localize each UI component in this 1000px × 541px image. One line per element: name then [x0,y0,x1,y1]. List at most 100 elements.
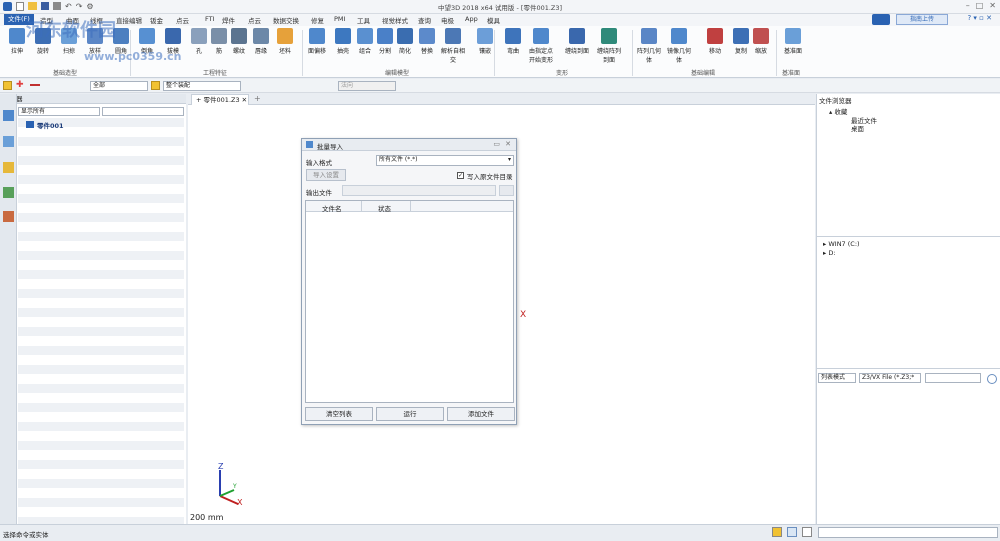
ribbon-button-12[interactable]: 面偏移 [304,28,330,55]
menu-item-13[interactable]: 工具 [357,15,370,25]
ribbon-button-22[interactable]: 缠绕到面 [564,28,590,55]
tree-desktop[interactable]: 桌面 [851,123,864,133]
menu-item-11[interactable]: 修复 [311,15,324,25]
ribbon-label-0: 拉伸 [10,48,23,55]
status-filter-icon[interactable] [772,527,782,537]
view-mode-select[interactable]: 列表模式 [818,373,856,383]
ribbon-button-25[interactable]: 镜像几何体 [666,28,692,64]
ribbon-label-10: 唇缘 [254,48,267,55]
menu-item-18[interactable]: 模具 [487,15,500,25]
ribbon-separator [776,30,777,76]
ribbon-icon-27 [733,28,749,44]
ribbon-button-18[interactable]: 解析自相交 [440,28,466,64]
view-icon[interactable] [3,187,14,198]
cloud-upload-button[interactable]: 指南上传 [896,14,948,25]
menu-item-12[interactable]: PMI [334,15,345,23]
ribbon-button-29[interactable]: 基准面 [780,28,806,55]
ribbon-button-24[interactable]: 阵列几何体 [636,28,662,64]
tree-drive-c[interactable]: ▸ WIN7 (C:) [823,240,860,248]
user-icon[interactable] [3,211,14,222]
file-filter-select[interactable]: Z3/VX File (*.Z3;* [859,373,921,383]
tree-root-item[interactable]: 零件001 [37,120,64,130]
manager-row [18,175,184,184]
col-filename[interactable]: 文件名 [322,203,342,213]
write-source-checkbox[interactable]: ✓ [457,172,464,179]
history-icon[interactable] [3,110,14,121]
menu-item-5[interactable]: 钣金 [150,15,163,25]
ribbon-icon-21 [533,28,549,44]
direction-select[interactable]: 法向 [338,81,396,91]
menu-item-4[interactable]: 直接编辑 [116,15,142,25]
manager-row [18,441,184,450]
assembly-tree-icon[interactable] [3,136,14,147]
minimize-icon[interactable]: – [966,1,970,10]
menu-item-7[interactable]: FTI [205,15,215,23]
tab-part001[interactable]: + 零件001.Z3 ✕ [191,94,249,105]
assembly-icon[interactable] [151,81,160,90]
dialog-close-icon[interactable]: ✕ [505,140,511,148]
status-view-icon[interactable] [787,527,797,537]
ribbon-button-10[interactable]: 唇缘 [248,28,274,55]
ribbon-button-11[interactable]: 坯料 [272,28,298,55]
file-list-table[interactable]: 文件名 状态 [305,200,514,403]
window-controls: – □ ✕ [966,1,996,10]
close-icon[interactable]: ✕ [989,1,996,10]
pick-filter-icon[interactable] [3,81,12,90]
ribbon-label-27: 复制 [734,48,747,55]
menu-item-6[interactable]: 点云 [176,15,189,25]
layers-icon[interactable] [3,162,14,173]
ribbon-label-12: 面偏移 [307,48,326,55]
command-input[interactable] [818,527,998,538]
add-icon[interactable]: ✚ [16,81,25,90]
import-icon [306,141,313,148]
manager-row [18,308,184,317]
ribbon-button-17[interactable]: 替换 [414,28,440,55]
file-search-input[interactable] [925,373,981,383]
import-settings-button[interactable]: 导入设置 [306,169,346,181]
tab-close-icon[interactable]: ✕ [242,96,247,104]
tree-favorites[interactable]: ▴ 收藏 [829,106,847,116]
panel-divider-2 [817,368,1000,369]
file-browser-title: 文件浏览器 [819,97,852,105]
menu-item-14[interactable]: 视觉样式 [382,15,408,25]
new-tab-icon[interactable]: + [254,94,261,103]
ribbon-button-28[interactable]: 缩放 [748,28,774,55]
menu-item-10[interactable]: 数据交换 [273,15,299,25]
ribbon-button-26[interactable]: 移动 [702,28,728,55]
manager-row [18,289,184,298]
menu-item-17[interactable]: App [465,15,478,23]
menu-item-9[interactable]: 点云 [248,15,261,25]
browse-folder-button[interactable] [499,185,514,196]
cloud-icon[interactable] [872,14,890,25]
manager-filter-select[interactable]: 显示所有 [18,107,100,116]
filter-select[interactable]: 全部 [90,81,148,91]
status-grid-icon[interactable] [802,527,812,537]
maximize-icon[interactable]: □ [976,1,984,10]
ribbon-group-5: 基准面 [781,70,800,77]
help-icon[interactable]: ? ▾ ▫ ✕ [967,14,992,22]
clear-list-button[interactable]: 清空列表 [305,407,373,421]
ribbon-button-23[interactable]: 缠绕阵列到面 [596,28,622,64]
ribbon-button-21[interactable]: 由指定点开始变形 [528,28,554,64]
manager-search-input[interactable] [102,107,184,116]
scope-select[interactable]: 整个装配 [163,81,241,91]
menu-item-15[interactable]: 查询 [418,15,431,25]
refresh-icon[interactable] [987,374,997,384]
run-button[interactable]: 运行 [376,407,444,421]
add-files-button[interactable]: 添加文件 [447,407,515,421]
output-path-input[interactable] [342,185,496,196]
panel-divider [817,236,1000,237]
ribbon-button-20[interactable]: 弯曲 [500,28,526,55]
dialog-pin-icon[interactable]: ▭ [493,140,500,148]
menu-item-16[interactable]: 电极 [441,15,454,25]
manager-row [18,479,184,488]
col-status[interactable]: 状态 [378,203,391,213]
remove-icon[interactable] [30,84,40,86]
input-format-select[interactable]: 所有文件 (*.*) ▾ [376,155,514,166]
left-tool-strip [0,94,17,524]
menu-item-8[interactable]: 焊件 [222,15,235,25]
tree-drive-d[interactable]: ▸ D: [823,249,836,257]
ribbon-icon-12 [309,28,325,44]
ribbon-icon-10 [253,28,269,44]
manager-row [18,355,184,365]
